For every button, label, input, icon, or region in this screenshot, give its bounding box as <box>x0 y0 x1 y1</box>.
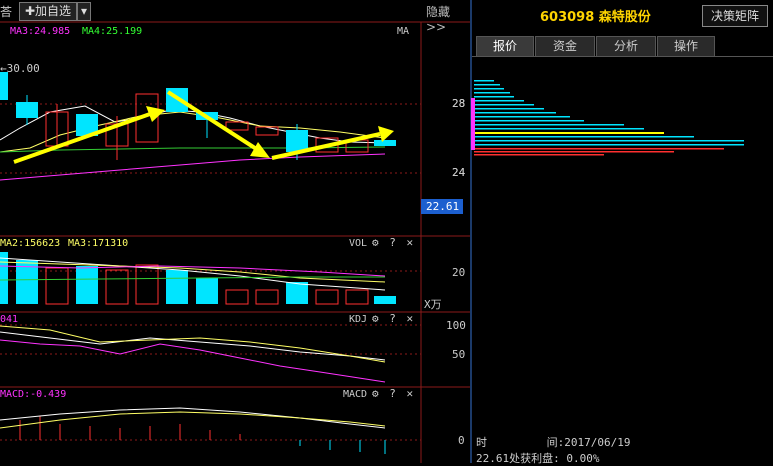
kdj-white-line <box>0 331 386 361</box>
ma-indicator-tag: MA <box>397 26 410 37</box>
kdj-value-label: 041 <box>0 314 19 325</box>
help-icon[interactable]: ? <box>389 387 396 400</box>
volume-bar <box>225 289 249 305</box>
kdj-magenta-line <box>0 339 386 383</box>
ma-magenta-line <box>0 153 386 181</box>
chip-bars-red <box>474 148 724 156</box>
vol-ma2-label: MA2:156623 <box>0 238 61 249</box>
vol-unit-label: X万 <box>424 298 442 311</box>
kdj-yellow-line <box>0 325 386 363</box>
panel-divider[interactable] <box>470 0 472 463</box>
volume-bar <box>374 296 396 304</box>
macd-panel-controls: ⚙ ? ✕ <box>372 387 413 400</box>
volume-bar <box>105 269 129 305</box>
vol-ma3-label: MA3:171310 <box>68 238 129 249</box>
volume-bar <box>196 278 218 304</box>
vol-indicator-name: VOL <box>349 238 368 249</box>
kdj-panel-controls: ⚙ ? ✕ <box>372 312 413 325</box>
close-icon[interactable]: ✕ <box>407 236 414 249</box>
chip-bars-cyan <box>474 80 744 146</box>
macd-value-label: MACD:-0.439 <box>0 389 67 400</box>
macd-white-line <box>0 407 386 429</box>
gear-icon[interactable]: ⚙ <box>372 387 379 400</box>
vol-panel-controls: ⚙ ? ✕ <box>372 236 413 249</box>
candle <box>16 102 38 118</box>
chip-time-label: 时 间:2017/06/19 <box>476 436 631 449</box>
macd-histogram <box>19 416 241 440</box>
kdj-y-tick-50: 50 <box>452 348 466 361</box>
stock-code-name: 603098 森特股份 <box>540 10 651 25</box>
candle <box>374 140 396 146</box>
price-marker-label: ←30.00 <box>0 62 40 75</box>
candle <box>0 72 8 100</box>
tab-operation[interactable]: 操作 <box>657 36 715 57</box>
chip-profit-label: 22.61处获利盘: 0.00% <box>476 452 600 465</box>
chip-avg-cost-line <box>474 132 664 134</box>
candle <box>255 126 279 136</box>
close-icon[interactable]: ✕ <box>407 387 414 400</box>
tab-quote[interactable]: 报价 <box>476 36 534 57</box>
volume-bar <box>345 289 369 305</box>
volume-bar <box>45 267 69 305</box>
gear-icon[interactable]: ⚙ <box>372 236 379 249</box>
tab-underline <box>472 56 773 57</box>
kdj-indicator-name: KDJ <box>349 314 368 325</box>
volume-bar <box>286 282 308 304</box>
chip-y-tick-28: 28 <box>452 97 466 110</box>
ma4-value-label: MA4:25.199 <box>82 26 143 37</box>
vol-y-tick: 20 <box>452 266 466 279</box>
chip-y-tick-24: 24 <box>452 166 466 179</box>
volume-bar <box>0 252 8 304</box>
volume-bar <box>76 266 98 304</box>
volume-bar <box>315 289 339 305</box>
gear-icon[interactable]: ⚙ <box>372 312 379 325</box>
help-icon[interactable]: ? <box>389 236 396 249</box>
macd-histogram-neg <box>299 440 386 454</box>
vol-ma-white <box>0 257 386 291</box>
volume-bar <box>166 270 188 304</box>
help-icon[interactable]: ? <box>389 312 396 325</box>
kdj-y-tick-100: 100 <box>446 319 466 332</box>
macd-indicator-name: MACD <box>343 389 368 400</box>
tab-funds[interactable]: 资金 <box>535 36 595 57</box>
decision-matrix-button[interactable]: 决策矩阵 <box>702 5 768 27</box>
current-price-label: 22.61 <box>426 200 460 213</box>
ma3-value-label: MA3:24.985 <box>10 26 71 37</box>
volume-bar <box>255 289 279 305</box>
close-icon[interactable]: ✕ <box>407 312 414 325</box>
tab-analysis[interactable]: 分析 <box>596 36 656 57</box>
macd-y-tick-0: 0 <box>458 434 465 447</box>
